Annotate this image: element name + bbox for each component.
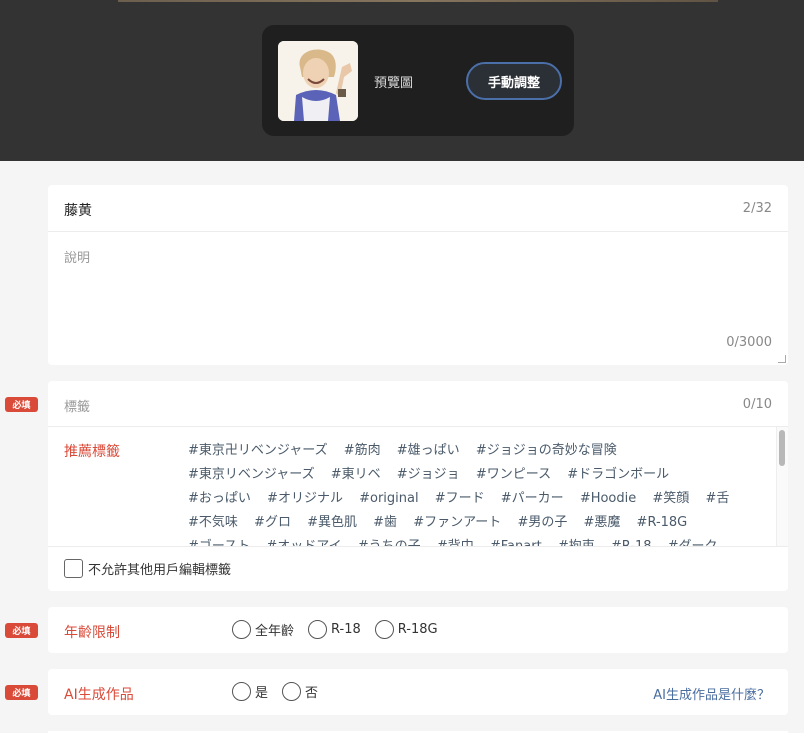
preview-card: 預覽圖 手動調整 xyxy=(262,25,574,136)
recommended-tag[interactable]: #R-18 xyxy=(611,539,652,546)
tags-placeholder: 標籤 xyxy=(64,400,91,415)
tags-count: 0/10 xyxy=(742,397,772,412)
disallow-edit-label: 不允許其他用戶編輯標籤 xyxy=(88,563,232,578)
age-option-label: R-18 xyxy=(331,622,361,637)
disallow-edit-checkbox[interactable] xyxy=(64,559,83,578)
recommended-tag[interactable]: #うちの子 xyxy=(358,539,421,546)
scrollbar-thumb[interactable] xyxy=(779,430,785,466)
manual-adjust-button[interactable]: 手動調整 xyxy=(466,62,562,100)
radio-icon[interactable] xyxy=(374,620,394,639)
recommended-tag[interactable]: #フード xyxy=(435,491,485,506)
recommended-tag[interactable]: #舌 xyxy=(705,491,729,506)
age-limit-label: 年齡限制 xyxy=(64,625,120,641)
preview-thumbnail[interactable] xyxy=(278,41,358,121)
title-description-card: 藤黄 2/32 說明 0/3000 xyxy=(48,185,788,365)
recommended-tag[interactable]: #R-18G xyxy=(637,515,688,530)
recommended-tag[interactable]: #おっぱい xyxy=(188,491,251,506)
radio-icon[interactable] xyxy=(282,682,302,701)
recommended-tag[interactable]: #悪魔 xyxy=(584,515,621,530)
recommended-tag[interactable]: #東京卍リベンジャーズ xyxy=(188,443,328,458)
age-option-label: 全年齡 xyxy=(255,624,295,639)
title-char-count: 2/32 xyxy=(742,201,772,216)
description-textarea[interactable]: 說明 xyxy=(64,247,90,266)
radio-icon[interactable] xyxy=(232,682,251,701)
recommended-tag[interactable]: #東京リベンジャーズ xyxy=(188,467,315,482)
age-option-all[interactable]: 全年齡 xyxy=(232,620,294,639)
radio-icon[interactable] xyxy=(308,620,328,639)
recommended-tag[interactable]: #ジョジョの奇妙な冒険 xyxy=(476,443,617,458)
recommended-tag[interactable]: #オッドアイ xyxy=(266,539,341,546)
age-option-r18g[interactable]: R-18G xyxy=(374,620,438,639)
recommended-tag[interactable]: #ワンピース xyxy=(476,467,551,482)
recommended-tag[interactable]: #ドラゴンボール xyxy=(567,467,669,482)
recommended-tag[interactable]: #笑顔 xyxy=(652,491,689,506)
description-char-count: 0/3000 xyxy=(726,335,772,350)
title-field[interactable]: 藤黄 2/32 xyxy=(48,185,788,232)
age-option-r18[interactable]: R-18 xyxy=(308,620,361,639)
required-badge-ai: 必填 xyxy=(5,685,38,700)
recommended-tag[interactable]: #グロ xyxy=(254,515,291,530)
recommended-tag[interactable]: #歯 xyxy=(373,515,397,530)
recommended-tag[interactable]: #Hoodie xyxy=(580,491,636,506)
required-badge-tags: 必填 xyxy=(5,397,38,412)
recommended-tags-panel: 推薦標籤 #東京卍リベンジャーズ #筋肉 #雄っぱい #ジョジョの奇妙な冒険 #… xyxy=(48,427,788,547)
ai-generated-card: AI生成作品 是 否 AI生成作品是什麼？ xyxy=(48,669,788,715)
required-badge-age: 必填 xyxy=(5,623,38,638)
recommended-tag[interactable]: #ジョジョ xyxy=(397,467,460,482)
recommended-tag[interactable]: #ファンアート xyxy=(413,515,501,530)
tags-card: 標籤 0/10 推薦標籤 #東京卍リベンジャーズ #筋肉 #雄っぱい #ジョジョ… xyxy=(48,381,788,591)
tags-input[interactable]: 標籤 0/10 xyxy=(48,381,788,427)
age-option-label: R-18G xyxy=(397,622,438,637)
age-limit-options: 全年齡 R-18 R-18G xyxy=(232,620,452,639)
ai-option-yes[interactable]: 是 xyxy=(232,682,268,701)
recommended-tags-list: #東京卍リベンジャーズ #筋肉 #雄っぱい #ジョジョの奇妙な冒険 #東京リベン… xyxy=(188,439,758,546)
ai-generated-label: AI生成作品 xyxy=(64,687,134,703)
ai-option-label: 否 xyxy=(305,686,319,701)
recommended-tag[interactable]: #不気味 xyxy=(188,515,238,530)
ai-option-label: 是 xyxy=(255,686,269,701)
recommended-tag[interactable]: #背中 xyxy=(437,539,474,546)
radio-icon[interactable] xyxy=(232,620,251,639)
resize-handle[interactable] xyxy=(778,355,786,363)
scrollbar[interactable] xyxy=(776,427,788,546)
recommended-tag[interactable]: #筋肉 xyxy=(344,443,381,458)
recommended-tag[interactable]: #original xyxy=(359,491,418,506)
recommended-tag[interactable]: #雄っぱい xyxy=(397,443,460,458)
disallow-edit-option[interactable]: 不允許其他用戶編輯標籤 xyxy=(64,559,231,578)
recommended-tag[interactable]: #異色肌 xyxy=(307,515,357,530)
recommended-tag[interactable]: #東リベ xyxy=(331,467,381,482)
ai-option-no[interactable]: 否 xyxy=(282,682,318,701)
recommended-tag[interactable]: #Fanart xyxy=(490,539,542,546)
recommended-tag[interactable]: #ダーク xyxy=(668,539,718,546)
preview-label: 預覽圖 xyxy=(374,76,414,91)
ai-generated-options: 是 否 xyxy=(232,682,332,701)
age-limit-card: 年齡限制 全年齡 R-18 R-18G xyxy=(48,607,788,653)
recommended-tags-label: 推薦標籤 xyxy=(64,444,120,460)
image-strip xyxy=(118,0,718,2)
recommended-tag[interactable]: #オリジナル xyxy=(267,491,343,506)
recommended-tag[interactable]: #拘束 xyxy=(558,539,595,546)
recommended-tag[interactable]: #パーカー xyxy=(501,491,564,506)
ai-help-link[interactable]: AI生成作品是什麼？ xyxy=(653,684,770,703)
recommended-tag[interactable]: #男の子 xyxy=(517,515,567,530)
recommended-tag[interactable]: #ゴースト xyxy=(188,539,250,546)
title-input-value[interactable]: 藤黄 xyxy=(64,200,92,220)
